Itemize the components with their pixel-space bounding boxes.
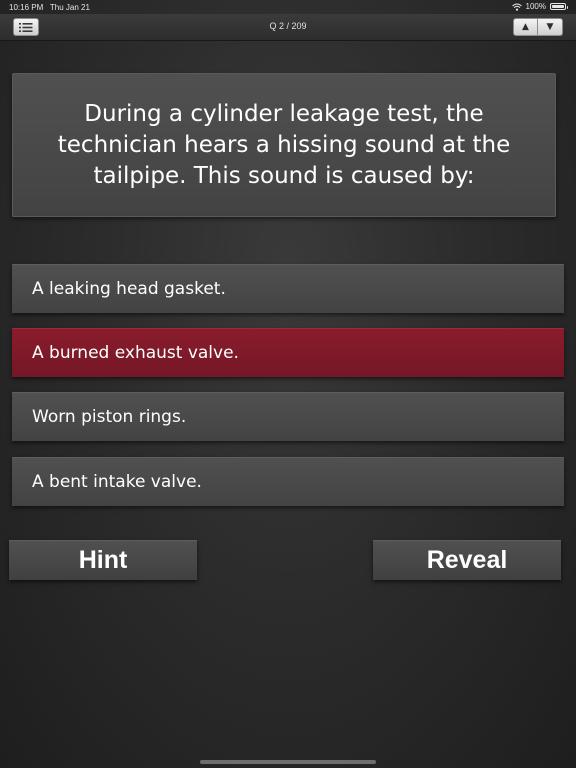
battery-icon: [550, 3, 568, 10]
home-indicator[interactable]: [200, 760, 376, 764]
navigation-bar: Q 2 / 209 ▲ ▼: [0, 14, 576, 41]
answer-option-2[interactable]: A burned exhaust valve.: [12, 328, 564, 377]
answer-option-1[interactable]: A leaking head gasket.: [12, 264, 564, 313]
question-card: During a cylinder leakage test, the tech…: [12, 73, 556, 217]
answer-option-4[interactable]: A bent intake valve.: [12, 457, 564, 506]
status-indicators: 100%: [511, 2, 568, 11]
next-question-button[interactable]: ▼: [538, 18, 563, 36]
status-bar: 10:16 PM Thu Jan 21 100%: [0, 0, 576, 14]
battery-level-fill: [552, 5, 564, 8]
arrow-up-icon: ▲: [522, 22, 529, 32]
reveal-button[interactable]: Reveal: [373, 540, 561, 580]
answer-option-3[interactable]: Worn piston rings.: [12, 392, 564, 441]
previous-question-button[interactable]: ▲: [513, 18, 538, 36]
hint-button[interactable]: Hint: [9, 540, 197, 580]
wifi-icon: [511, 3, 522, 11]
question-text: During a cylinder leakage test, the tech…: [57, 100, 511, 189]
battery-percent: 100%: [525, 2, 546, 11]
status-clock: 10:16 PM: [9, 3, 44, 12]
status-date: Thu Jan 21: [49, 3, 90, 12]
arrow-down-icon: ▼: [546, 22, 554, 32]
status-time: 10:16 PM Thu Jan 21: [9, 3, 90, 12]
question-counter: Q 2 / 209: [269, 21, 307, 31]
